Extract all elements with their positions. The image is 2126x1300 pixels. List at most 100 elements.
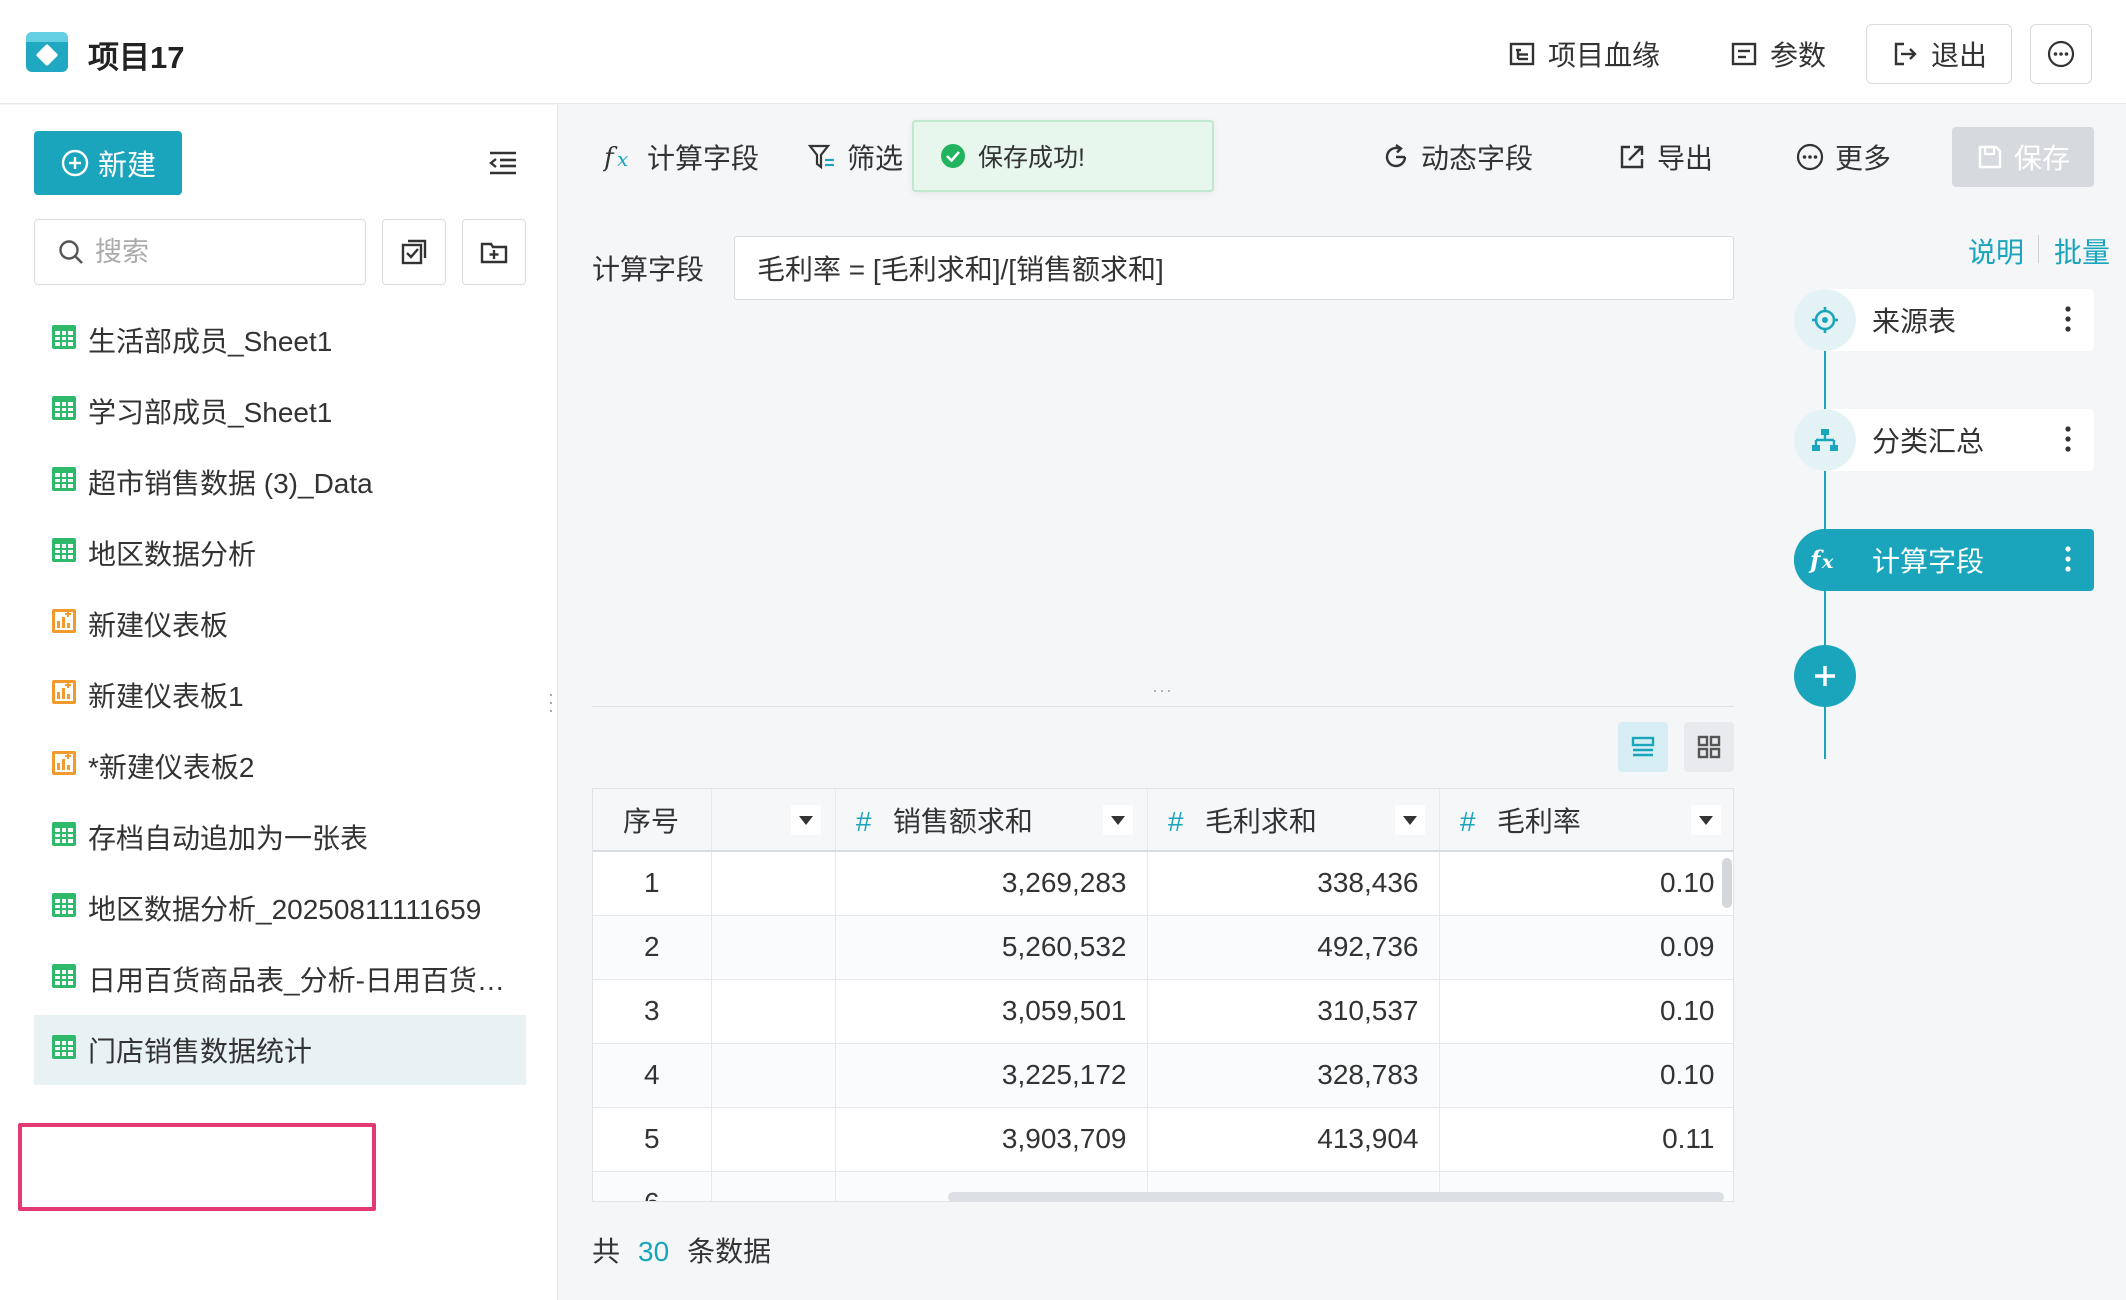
step-label: 计算字段 xyxy=(1872,546,1985,577)
more-circle-icon xyxy=(1796,143,1824,171)
highlight-annotation xyxy=(18,1123,376,1211)
table-cell xyxy=(711,1107,836,1172)
list-view-button[interactable] xyxy=(1618,722,1668,772)
lineage-icon xyxy=(1509,42,1535,66)
project-lineage-button[interactable]: 项目血缘 xyxy=(1508,24,1660,84)
table-cell: 0.09 xyxy=(1439,915,1733,980)
save-button[interactable]: 保存 xyxy=(1952,127,2094,187)
sidebar-item[interactable]: 生活部成员_Sheet1 xyxy=(34,305,526,375)
column-dropdown-icon[interactable] xyxy=(1394,805,1425,835)
batch-select-button[interactable] xyxy=(382,219,446,285)
sidebar-item[interactable]: 新建仪表板1 xyxy=(34,660,526,730)
sidebar-item[interactable]: 新建仪表板 xyxy=(34,589,526,659)
step-source-table[interactable]: 来源表 xyxy=(1794,289,2094,351)
table-cell: 5,260,532 xyxy=(835,915,1148,980)
sidebar-item[interactable]: *新建仪表板2 xyxy=(34,731,526,801)
table-cell: 3,059,501 xyxy=(835,979,1148,1044)
project-title: 项目17 xyxy=(88,40,185,75)
kebab-menu-icon[interactable] xyxy=(2064,303,2072,342)
kebab-menu-icon[interactable] xyxy=(2064,423,2072,462)
more-button[interactable]: 更多 xyxy=(1795,131,1891,183)
kebab-menu-icon[interactable] xyxy=(2064,543,2072,582)
search-field[interactable] xyxy=(34,219,366,285)
row-count-value: 30 xyxy=(638,1236,670,1267)
sidebar-item[interactable]: 地区数据分析_20250811111659 xyxy=(34,873,526,943)
column-dropdown-icon[interactable] xyxy=(790,805,821,835)
step-calc-field[interactable]: f x 计算字段 xyxy=(1794,529,2094,591)
table-row: 5 3,903,709 413,904 0.11 xyxy=(593,1107,1733,1172)
table-cell: 0.10 xyxy=(1439,979,1733,1044)
sidebar-item[interactable]: 超市销售数据 (3)_Data xyxy=(34,447,526,517)
dashboard-icon xyxy=(50,678,78,713)
table-icon xyxy=(50,323,78,358)
header-more-button[interactable] xyxy=(2030,24,2092,84)
sidebar-item[interactable]: 地区数据分析 xyxy=(34,518,526,588)
svg-text:x: x xyxy=(1821,551,1834,573)
help-link[interactable]: 说明 xyxy=(1968,231,2024,271)
step-group-summary[interactable]: 分类汇总 xyxy=(1794,409,2094,471)
table-cell: 6 xyxy=(593,1171,712,1201)
table-icon xyxy=(50,536,78,571)
plus-icon xyxy=(1815,666,1835,686)
table-cell: 413,904 xyxy=(1147,1107,1440,1172)
numeric-type-icon: # xyxy=(1459,805,1476,837)
fx-icon: f x xyxy=(1794,529,1856,591)
calc-field-tool-label: 计算字段 xyxy=(647,143,760,174)
table-cell xyxy=(711,1043,836,1108)
dynamic-field-button[interactable]: 动态字段 xyxy=(1381,131,1533,183)
sidebar-item[interactable]: 存档自动追加为一张表 xyxy=(34,802,526,872)
formula-input[interactable]: 毛利率 = [毛利求和]/[销售额求和] xyxy=(734,236,1734,300)
numeric-type-icon: # xyxy=(1167,805,1184,837)
table-cell: 5 xyxy=(593,1107,712,1172)
column-dropdown-icon[interactable] xyxy=(1690,805,1721,835)
count-prefix: 共 xyxy=(592,1236,621,1267)
new-button[interactable]: 新建 xyxy=(34,131,182,195)
search-input[interactable] xyxy=(95,236,325,268)
params-icon xyxy=(1731,42,1757,66)
table-cell xyxy=(711,979,836,1044)
sidebar-item[interactable]: 门店销售数据统计 xyxy=(34,1015,526,1085)
table-icon xyxy=(50,465,78,500)
vertical-scrollbar[interactable] xyxy=(1722,858,1732,908)
table-cell xyxy=(711,1171,836,1201)
check-circle-icon xyxy=(941,144,965,168)
table-icon xyxy=(50,394,78,429)
editor-resize-handle[interactable]: ··· xyxy=(1152,680,1173,701)
calc-field-tool-button[interactable]: f x 计算字段 xyxy=(603,131,759,183)
sidebar-item-label: *新建仪表板2 xyxy=(88,752,255,783)
grid-view-button[interactable] xyxy=(1684,722,1734,772)
editor-divider xyxy=(592,706,1734,707)
new-folder-button[interactable] xyxy=(462,219,526,285)
more-label: 更多 xyxy=(1835,143,1892,174)
export-button[interactable]: 导出 xyxy=(1617,131,1713,183)
more-circle-icon xyxy=(2047,40,2075,68)
add-step-button[interactable] xyxy=(1794,645,1856,707)
sidebar-resize-handle[interactable]: · · · xyxy=(548,685,554,720)
sidebar-item[interactable]: 学习部成员_Sheet1 xyxy=(34,376,526,446)
collapse-sidebar-icon[interactable] xyxy=(488,149,518,182)
export-label: 导出 xyxy=(1657,143,1714,174)
table-body: 1 3,269,283 338,436 0.10 2 5,260,532 492,736 0.… xyxy=(593,851,1733,1201)
sidebar-item-label: 存档自动追加为一张表 xyxy=(88,823,369,854)
column-label: 销售额求和 xyxy=(892,805,1033,837)
filter-tool-button[interactable]: 筛选 xyxy=(807,131,903,183)
sidebar-item-label: 超市销售数据 (3)_Data xyxy=(88,468,373,499)
horizontal-scrollbar[interactable] xyxy=(948,1192,1724,1202)
exit-button[interactable]: 退出 xyxy=(1866,24,2012,84)
step-label: 来源表 xyxy=(1872,306,1957,337)
batch-link[interactable]: 批量 xyxy=(2054,231,2110,271)
count-suffix: 条数据 xyxy=(687,1236,772,1267)
column-header-index: 序号 xyxy=(593,789,712,852)
folder-add-icon xyxy=(480,242,508,264)
params-button[interactable]: 参数 xyxy=(1730,24,1826,84)
sidebar-item[interactable]: 日用百货商品表_分析-日用百货商品表 xyxy=(34,944,526,1014)
column-header-margin-rate: # 毛利率 xyxy=(1439,789,1733,852)
refresh-icon xyxy=(1385,144,1407,168)
sidebar-item-label: 地区数据分析_20250811111659 xyxy=(88,894,482,925)
data-preview-table: 序号 # 销售额求和 # 毛利求和 # 毛利率 1 3,269,283 338,… xyxy=(592,788,1734,1202)
list-view-icon xyxy=(1631,736,1655,757)
table-cell: 0.10 xyxy=(1439,1043,1733,1108)
formula-label: 计算字段 xyxy=(592,254,705,285)
column-dropdown-icon[interactable] xyxy=(1102,805,1133,835)
checkbox-select-icon xyxy=(401,239,427,265)
